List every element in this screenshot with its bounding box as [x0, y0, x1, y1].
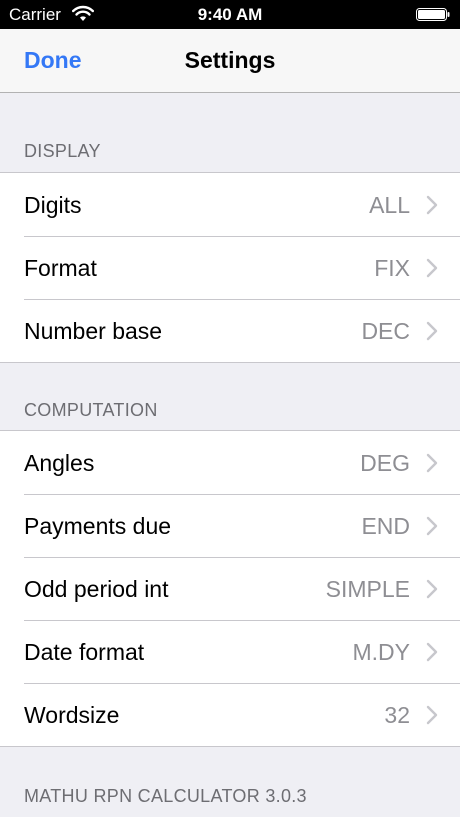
row-label: Payments due [24, 513, 172, 539]
chevron-right-icon [426, 579, 438, 599]
setting-row-date-format[interactable]: Date format M.DY [0, 620, 460, 683]
chevron-right-icon [426, 195, 438, 215]
row-label: Odd period int [24, 576, 169, 602]
setting-row-digits[interactable]: Digits ALL [0, 173, 460, 236]
row-value: DEG [360, 450, 410, 476]
row-label: Date format [24, 639, 145, 665]
row-label: Digits [24, 192, 82, 218]
row-value: FIX [374, 255, 410, 281]
display-settings-group: Digits ALL Format FIX Number base DEC [0, 172, 460, 363]
navigation-bar: Done Settings [0, 29, 460, 93]
chevron-right-icon [426, 516, 438, 536]
battery-icon [416, 8, 450, 21]
status-bar: Carrier 9:40 AM [0, 0, 460, 29]
row-value: SIMPLE [325, 576, 410, 602]
chevron-right-icon [426, 258, 438, 278]
chevron-right-icon [426, 453, 438, 473]
chevron-right-icon [426, 705, 438, 725]
setting-row-wordsize[interactable]: Wordsize 32 [0, 683, 460, 746]
row-value: ALL [369, 192, 410, 218]
row-label: Wordsize [24, 702, 120, 728]
row-value: END [361, 513, 410, 539]
version-footer: MATHU RPN CALCULATOR 3.0.3 [24, 786, 307, 806]
computation-settings-group: Angles DEG Payments due END Odd period i… [0, 430, 460, 747]
section-header-display: DISPLAY [24, 141, 101, 161]
row-value: M.DY [352, 639, 411, 665]
status-time: 9:40 AM [197, 5, 263, 24]
row-label: Number base [24, 318, 163, 344]
setting-row-odd-period-int[interactable]: Odd period int SIMPLE [0, 557, 460, 620]
row-value: DEC [361, 318, 410, 344]
page-title: Settings [184, 47, 276, 73]
row-label: Format [24, 255, 97, 281]
row-label: Angles [24, 450, 95, 476]
setting-row-payments-due[interactable]: Payments due END [0, 494, 460, 557]
row-value: 32 [384, 702, 410, 728]
setting-row-format[interactable]: Format FIX [0, 236, 460, 299]
chevron-right-icon [426, 642, 438, 662]
setting-row-number-base[interactable]: Number base DEC [0, 299, 460, 362]
setting-row-angles[interactable]: Angles DEG [0, 431, 460, 494]
section-header-computation: COMPUTATION [24, 400, 158, 420]
chevron-right-icon [426, 321, 438, 341]
